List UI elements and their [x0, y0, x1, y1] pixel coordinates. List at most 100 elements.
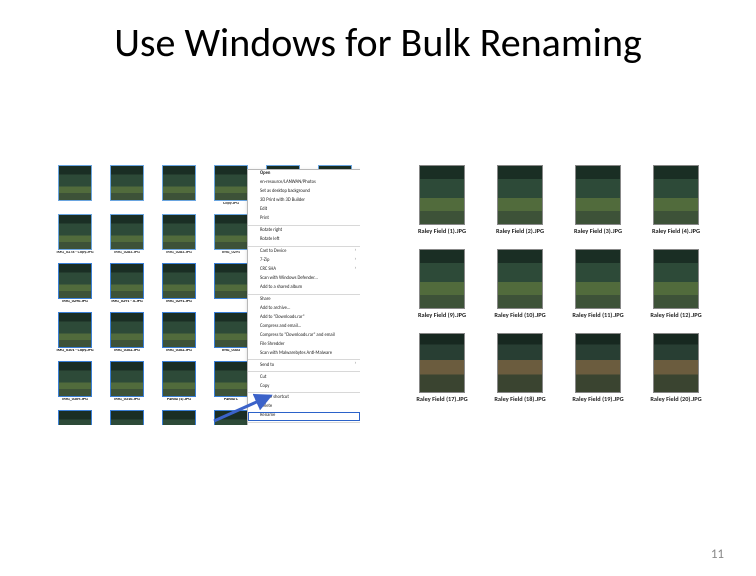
before-panel: Copy.JPGCopy.JPGIMG_0278 - Copy.JPGIMG_0…	[50, 165, 360, 425]
file-thumbnail[interactable]: IMG_0291.JPG	[154, 263, 204, 310]
file-thumbnail[interactable]: IMG_0278 - Copy.JPG	[50, 214, 100, 261]
thumbnail-image	[214, 214, 248, 250]
menu-open[interactable]: Open	[248, 170, 360, 179]
file-label: IMG_0290.JPG	[51, 300, 99, 305]
page-number: 11	[711, 547, 724, 562]
after-thumbnail-grid: Raley Field (1).JPG Raley Field (2).JPG Ra…	[406, 165, 706, 413]
file-thumbnail[interactable]: IMG_0309.JPG	[50, 361, 100, 408]
file-thumbnail[interactable]: IMG_0283.JPG	[102, 214, 152, 261]
file-label: Raley Field (18).JPG	[484, 395, 556, 403]
menu-item[interactable]: Compress and email...	[248, 323, 360, 332]
menu-item[interactable]: Add to a shared album	[248, 284, 360, 293]
callout-arrow	[210, 391, 278, 425]
file-thumbnail[interactable]	[50, 165, 100, 212]
file-thumbnail[interactable]: Raley Field (18).JPG	[484, 333, 556, 413]
thumbnail-image	[110, 263, 144, 299]
menu-separator	[248, 371, 360, 372]
file-label: IMG_0310.JPG	[103, 398, 151, 403]
file-thumbnail[interactable]: IMG_0301 - Copy.JPG	[50, 312, 100, 359]
menu-item[interactable]: en-resource/LANWAN/Photos	[248, 179, 360, 188]
file-thumbnail[interactable]: IMG_0283.JPG	[154, 214, 204, 261]
menu-item[interactable]: Cut	[248, 373, 360, 382]
thumbnail-image	[497, 165, 543, 225]
file-label: IMG_0291.JPG	[155, 300, 203, 305]
menu-item[interactable]: Set as desktop background	[248, 188, 360, 197]
thumbnail-image	[653, 249, 699, 309]
thumbnail-image	[575, 165, 621, 225]
file-label: IMG_0283.JPG	[103, 251, 151, 256]
file-thumbnail[interactable]: Raley Field (11).JPG	[562, 249, 634, 329]
file-thumbnail[interactable]: Raley Field (20).JPG	[640, 333, 712, 413]
file-thumbnail[interactable]: Raley Field (9).JPG	[406, 249, 478, 329]
thumbnail-image	[110, 165, 144, 201]
thumbnail-image	[162, 165, 196, 201]
file-label: Raley Field (2).JPG	[484, 227, 556, 235]
context-menu[interactable]: Open en-resource/LANWAN/PhotosSet as des…	[247, 169, 360, 425]
menu-item[interactable]: Add to "Downloads.rar"	[248, 314, 360, 323]
menu-item[interactable]: Scan with Malwarebytes Anti-Malware	[248, 349, 360, 358]
file-thumbnail[interactable]: IMG_0302.JPG	[102, 312, 152, 359]
menu-item[interactable]: File Shredder	[248, 340, 360, 349]
file-thumbnail[interactable]: Raley Field (3).JPG	[562, 165, 634, 245]
file-thumbnail[interactable]: Raley Field (12).JPG	[640, 249, 712, 329]
file-thumbnail[interactable]: Raley Field (19).JPG	[562, 333, 634, 413]
file-thumbnail[interactable]: Raley Field (4).JPG	[640, 165, 712, 245]
menu-item[interactable]: CRC SHA	[248, 266, 360, 275]
file-thumbnail[interactable]: Panda (10).JPG	[154, 410, 204, 425]
thumbnail-image	[58, 361, 92, 397]
thumbnail-image	[58, 214, 92, 250]
file-thumbnail[interactable]: IMG_0290.JPG	[50, 263, 100, 310]
file-thumbnail[interactable]: Raley Field (17).JPG	[406, 333, 478, 413]
file-thumbnail[interactable]	[154, 165, 204, 212]
thumbnail-image	[419, 333, 465, 393]
menu-item[interactable]: 3D Print with 3D Builder	[248, 197, 360, 206]
file-thumbnail[interactable]: Panda (1).JPG	[154, 361, 204, 408]
menu-item[interactable]: Add to archive...	[248, 305, 360, 314]
panels: Copy.JPGCopy.JPGIMG_0278 - Copy.JPGIMG_0…	[50, 165, 706, 425]
file-label: Raley Field (10).JPG	[484, 311, 556, 319]
menu-item[interactable]: Edit	[248, 206, 360, 215]
thumbnail-image	[497, 333, 543, 393]
menu-item[interactable]: Rotate right	[248, 227, 360, 236]
file-label: Raley Field (11).JPG	[562, 311, 634, 319]
file-label: IMG_0283.JPG	[155, 251, 203, 256]
menu-item[interactable]: Copy	[248, 382, 360, 391]
file-thumbnail[interactable]: Panda (9).JPG	[102, 410, 152, 425]
file-thumbnail[interactable]: IMG_0291 - A.JPG	[102, 263, 152, 310]
file-label: Raley Field (9).JPG	[406, 311, 478, 319]
menu-item[interactable]: Scan with Windows Defender...	[248, 275, 360, 284]
file-thumbnail[interactable]: Raley Field (1).JPG	[406, 165, 478, 245]
menu-item[interactable]: Compress to "Downloads.rar" and email	[248, 331, 360, 340]
menu-item[interactable]: Cast to Device	[248, 248, 360, 257]
file-thumbnail[interactable]: IMG_0310.JPG	[102, 361, 152, 408]
menu-item[interactable]: Rotate left	[248, 236, 360, 245]
thumbnail-image	[58, 263, 92, 299]
menu-share[interactable]: Share	[248, 296, 360, 305]
file-label: Raley Field (12).JPG	[640, 311, 712, 319]
thumbnail-image	[58, 312, 92, 348]
thumbnail-image	[419, 249, 465, 309]
menu-separator	[248, 359, 360, 360]
thumbnail-image	[110, 410, 144, 425]
after-panel: Raley Field (1).JPG Raley Field (2).JPG Ra…	[406, 165, 706, 425]
file-label: IMG_0309.JPG	[51, 398, 99, 403]
thumbnail-image	[419, 165, 465, 225]
menu-separator	[248, 225, 360, 226]
thumbnail-image	[110, 214, 144, 250]
thumbnail-image	[162, 312, 196, 348]
menu-separator	[248, 294, 360, 295]
file-thumbnail[interactable]	[102, 165, 152, 212]
file-thumbnail[interactable]: IMG_0302.JPG	[154, 312, 204, 359]
file-thumbnail[interactable]: Raley Field (10).JPG	[484, 249, 556, 329]
thumbnail-image	[162, 214, 196, 250]
file-label: Raley Field (17).JPG	[406, 395, 478, 403]
file-thumbnail[interactable]: Panda (8).JPG	[50, 410, 100, 425]
menu-item[interactable]: 7-Zip	[248, 257, 360, 266]
file-thumbnail[interactable]: Raley Field (2).JPG	[484, 165, 556, 245]
menu-item[interactable]: Send to	[248, 361, 360, 370]
file-label: Raley Field (19).JPG	[562, 395, 634, 403]
thumbnail-image	[575, 249, 621, 309]
menu-item[interactable]: Print	[248, 215, 360, 224]
thumbnail-image	[214, 312, 248, 348]
thumbnail-image	[162, 361, 196, 397]
